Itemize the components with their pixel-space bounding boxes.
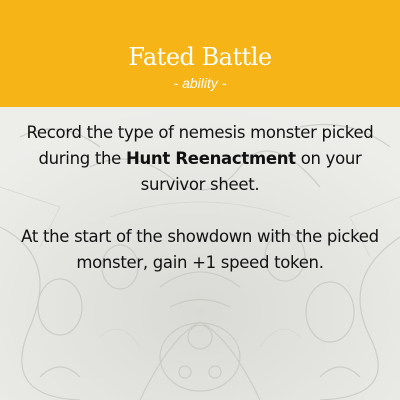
ability-card: Fated Battle - ability - Record the type… — [0, 0, 400, 400]
description-paragraph-1: Record the type of nemesis monster picke… — [20, 120, 380, 198]
description-paragraph-2: At the start of the showdown with the pi… — [21, 227, 379, 272]
keyword-hunt-reenactment: Hunt Reenactment — [125, 149, 296, 168]
card-title: Fated Battle — [128, 43, 272, 71]
ability-description: Record the type of nemesis monster picke… — [20, 120, 380, 276]
card-header: Fated Battle - ability - — [0, 0, 400, 107]
card-subtitle: - ability - — [173, 75, 227, 91]
